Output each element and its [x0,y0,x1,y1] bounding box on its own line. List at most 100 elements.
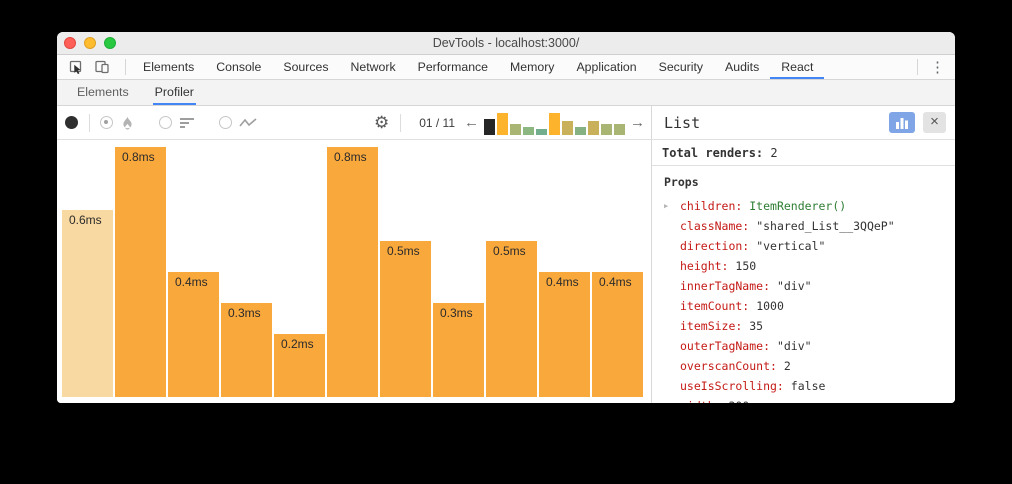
tab-audits[interactable]: Audits [714,55,770,79]
prop-row-overscanCount: overscanCount: 2 [652,356,955,376]
gear-icon[interactable]: ⚙ [374,114,389,131]
commit-bar-label: 0.3ms [433,303,484,320]
tab-performance[interactable]: Performance [407,55,499,79]
expand-triangle-icon[interactable]: ▶ [664,196,668,216]
commit-bar-4[interactable]: 0.3ms [221,303,272,397]
close-panel-button[interactable]: × [923,112,946,133]
devtools-tab-bar: ElementsConsoleSourcesNetworkPerformance… [57,55,955,80]
snapshot-bar-8[interactable] [575,127,586,135]
total-renders-label: Total renders: [662,146,763,160]
commit-bar-label: 0.3ms [221,303,272,320]
prop-key: itemSize: [680,319,742,333]
divider [400,114,401,132]
prop-row-width: width: 300 [652,396,955,403]
prop-value: false [791,379,826,393]
prop-value: "div" [777,339,812,353]
tab-security[interactable]: Security [648,55,714,79]
flamegraph-view-radio[interactable] [100,116,113,129]
prop-row-children: ▶ children: ItemRenderer() [652,196,955,216]
interactions-view-radio[interactable] [219,116,232,129]
prop-row-className: className: "shared_List__3QQeP" [652,216,955,236]
prop-row-height: height: 150 [652,256,955,276]
selected-component-name: List [664,114,889,132]
window-minimize-button[interactable] [84,37,96,49]
prop-value: ItemRenderer() [749,199,846,213]
divider [89,114,90,132]
interactions-chart-icon[interactable] [239,117,257,129]
prop-key: direction: [680,239,749,253]
commit-bar-8[interactable]: 0.3ms [433,303,484,397]
snapshot-bar-2[interactable] [497,113,508,135]
commit-chart: 0.6ms0.8ms0.4ms0.3ms0.2ms0.8ms0.5ms0.3ms… [57,140,652,403]
snapshot-selector[interactable] [484,111,625,135]
prop-key: useIsScrolling: [680,379,784,393]
snapshot-bar-10[interactable] [601,124,612,135]
snapshot-bar-5[interactable] [536,129,547,135]
subtab-elements[interactable]: Elements [75,80,131,105]
divider [917,59,918,75]
ranked-view-radio[interactable] [159,116,172,129]
record-button[interactable] [65,116,78,129]
render-chart-button[interactable] [889,112,915,133]
tab-application[interactable]: Application [565,55,647,79]
tab-elements[interactable]: Elements [132,55,205,79]
commit-bar-label: 0.4ms [168,272,219,289]
prop-key: className: [680,219,749,233]
prop-value: "div" [777,279,812,293]
flame-chart-icon[interactable] [120,115,135,131]
profiler-toolbar-left: ⚙ 01 / 11 ← → [57,106,652,139]
window-close-button[interactable] [64,37,76,49]
prop-value: 2 [784,359,791,373]
prop-key: innerTagName: [680,279,770,293]
commit-bar-label: 0.8ms [327,147,378,164]
previous-snapshot-arrow[interactable]: ← [464,115,479,130]
prop-key: itemCount: [680,299,749,313]
device-toolbar-icon[interactable] [93,59,111,75]
snapshot-bar-6[interactable] [549,113,560,135]
subtab-profiler[interactable]: Profiler [153,80,196,105]
window-titlebar: DevTools - localhost:3000/ [57,32,955,55]
commit-bar-10[interactable]: 0.4ms [539,272,590,397]
divider [125,59,126,75]
commit-bar-11[interactable]: 0.4ms [592,272,643,397]
snapshot-bar-9[interactable] [588,121,599,135]
snapshot-bar-4[interactable] [523,127,534,135]
commit-bar-label: 0.5ms [486,241,537,258]
react-devtools-tab-bar: Elements Profiler [57,80,955,106]
next-snapshot-arrow[interactable]: → [630,115,645,130]
tab-sources[interactable]: Sources [272,55,339,79]
ranked-chart-icon[interactable] [179,116,195,130]
inspect-element-icon[interactable] [67,59,85,75]
total-renders: Total renders: 2 [652,140,955,166]
window-zoom-button[interactable] [104,37,116,49]
kebab-menu-icon[interactable]: ⋮ [924,58,955,76]
commit-bar-5[interactable]: 0.2ms [274,334,325,397]
commit-bar-9[interactable]: 0.5ms [486,241,537,397]
snapshot-bar-7[interactable] [562,121,573,135]
window-title: DevTools - localhost:3000/ [57,32,955,54]
snapshot-bar-1-selected[interactable] [484,119,495,135]
prop-row-itemSize: itemSize: 35 [652,316,955,336]
commit-bar-label: 0.4ms [539,272,590,289]
commit-bar-2[interactable]: 0.8ms [115,147,166,397]
tab-memory[interactable]: Memory [499,55,565,79]
prop-row-innerTagName: innerTagName: "div" [652,276,955,296]
tab-react[interactable]: React [770,55,824,79]
snapshot-bar-3[interactable] [510,124,521,135]
commit-bar-7[interactable]: 0.5ms [380,241,431,397]
devtools-window: DevTools - localhost:3000/ ElementsConso… [57,32,955,403]
snapshot-bar-11[interactable] [614,124,625,135]
commit-bar-6[interactable]: 0.8ms [327,147,378,397]
prop-row-itemCount: itemCount: 1000 [652,296,955,316]
tab-network[interactable]: Network [340,55,407,79]
snapshot-counter: 01 / 11 [419,116,455,130]
component-details-panel: Total renders: 2 Props ▶ children: ItemRe… [652,140,955,403]
tab-console[interactable]: Console [205,55,272,79]
prop-row-useIsScrolling: useIsScrolling: false [652,376,955,396]
props-heading: Props [652,174,955,190]
profiler-content: 0.6ms0.8ms0.4ms0.3ms0.2ms0.8ms0.5ms0.3ms… [57,140,955,403]
bar-chart-icon [895,117,909,129]
prop-key: children: [680,199,742,213]
commit-bar-1[interactable]: 0.6ms [62,210,113,397]
commit-bar-3[interactable]: 0.4ms [168,272,219,397]
